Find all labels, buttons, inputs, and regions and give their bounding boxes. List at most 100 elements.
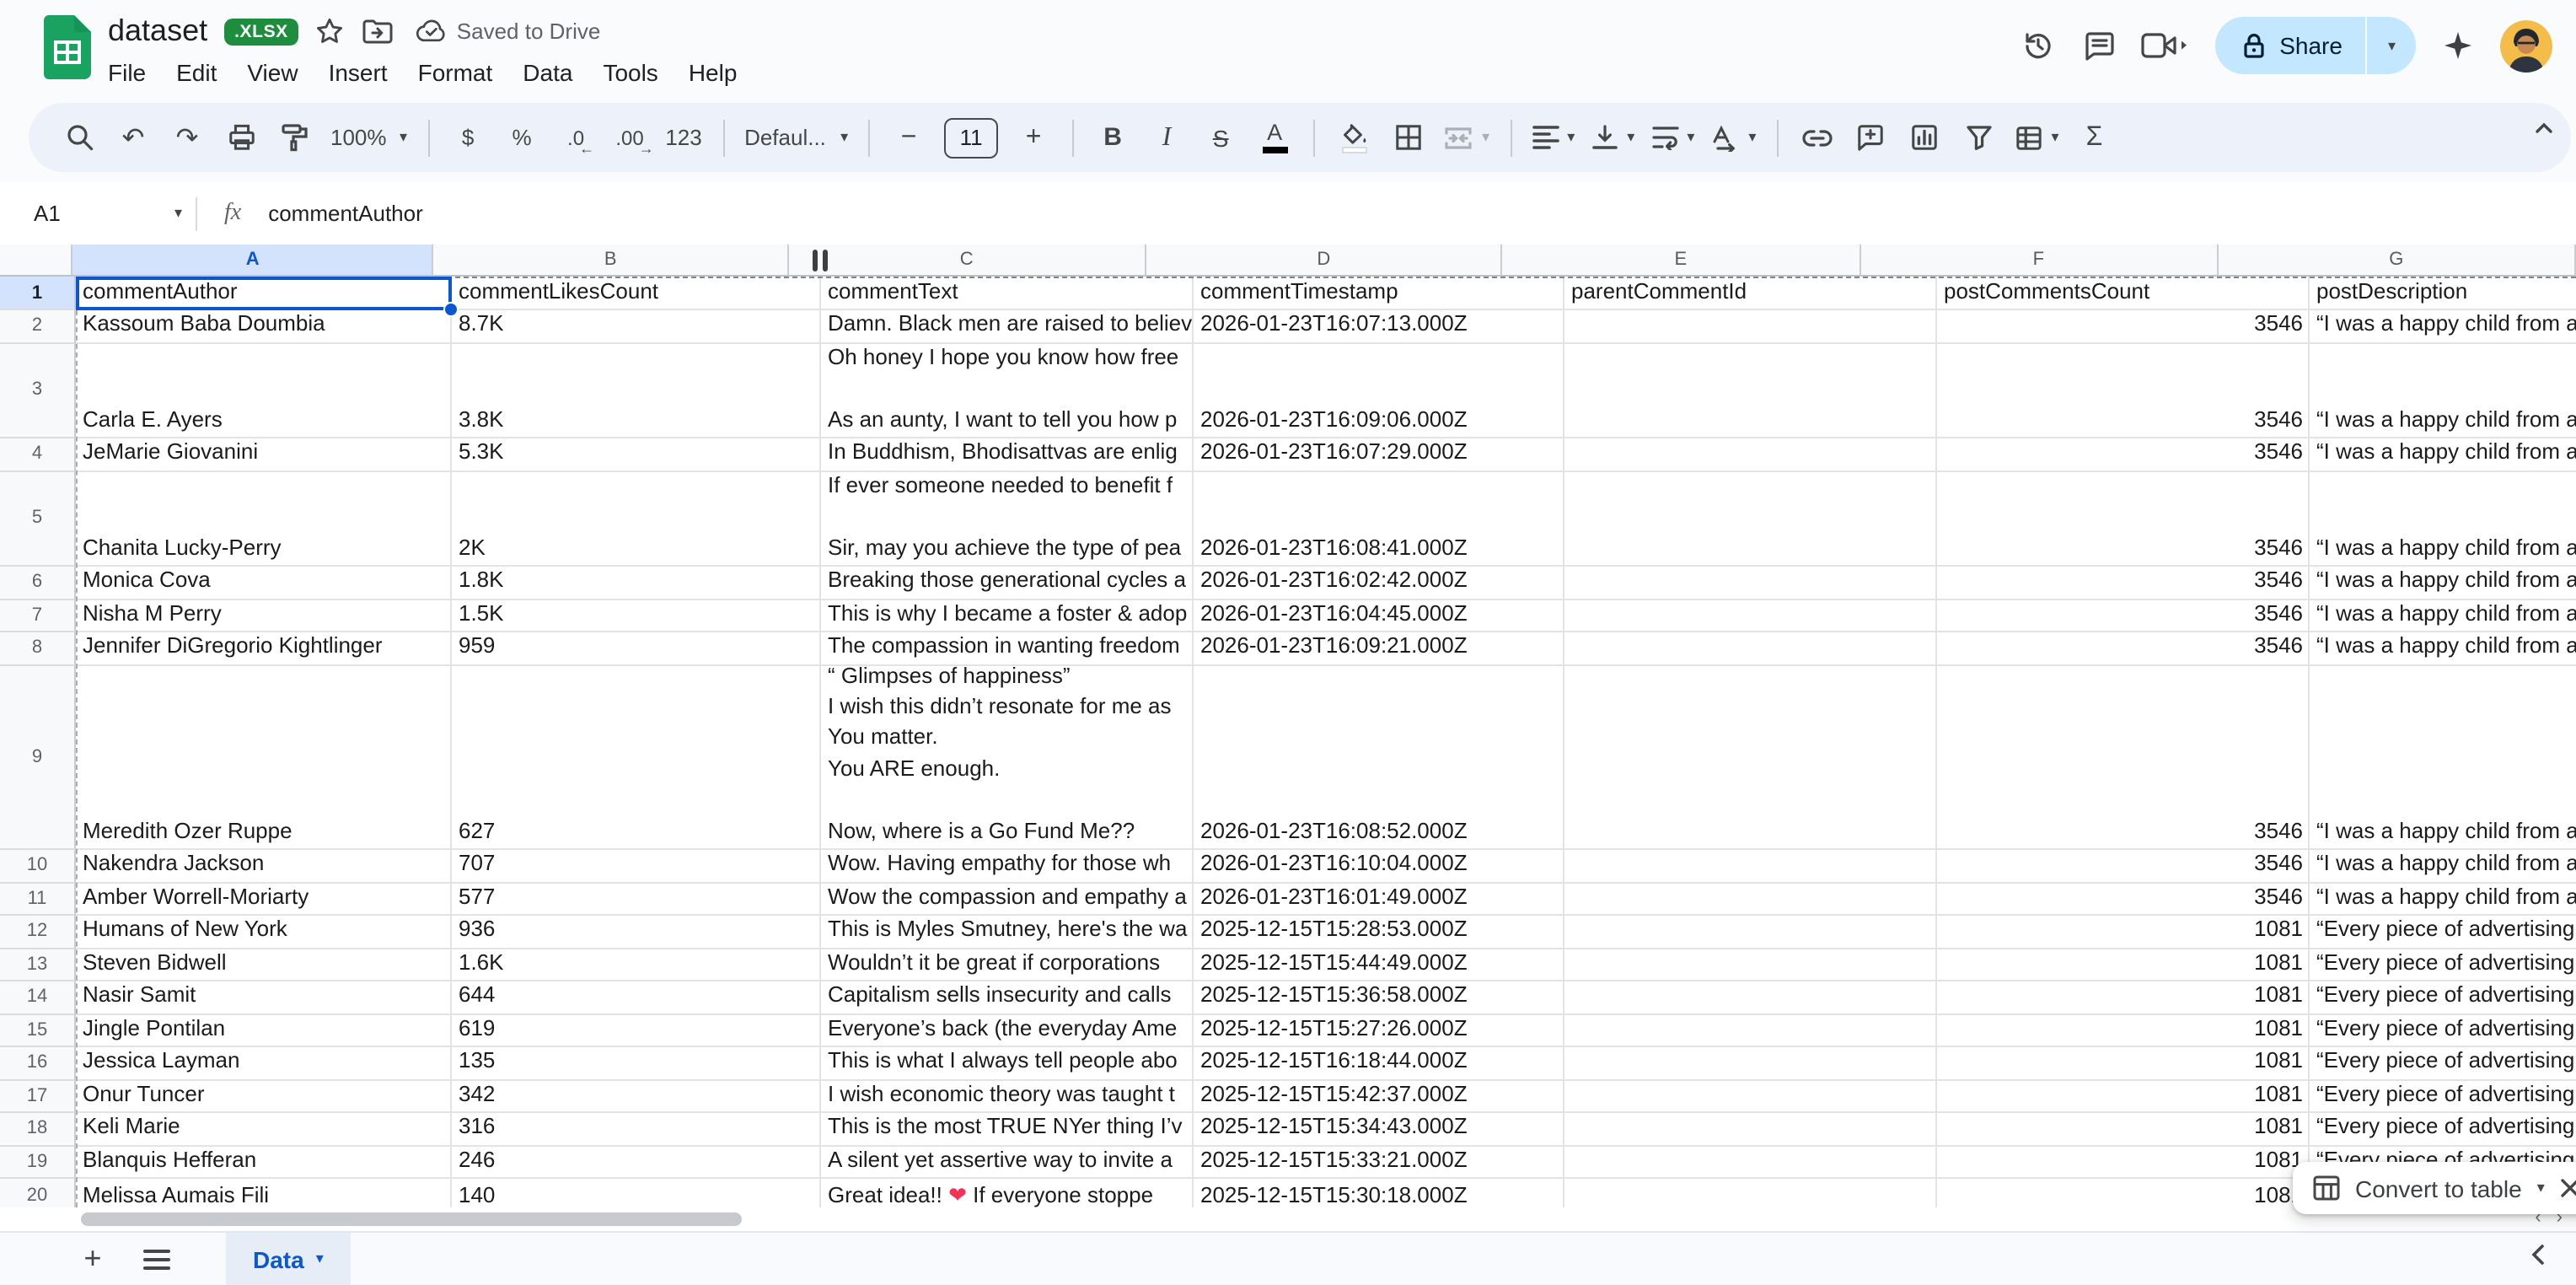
italic-button[interactable]: I	[1148, 116, 1185, 159]
menu-insert[interactable]: Insert	[314, 54, 403, 91]
cell-C3[interactable]: Oh honey I hope you know how free As an …	[821, 343, 1194, 438]
star-icon[interactable]	[315, 16, 346, 46]
insert-comment-button[interactable]	[1852, 116, 1889, 159]
cell-D4[interactable]: 2026-01-23T16:07:29.000Z	[1194, 438, 1564, 471]
cell-D18[interactable]: 2025-12-15T15:34:43.000Z	[1194, 1113, 1564, 1146]
cell-B18[interactable]: 316	[452, 1113, 821, 1146]
sheets-logo-icon[interactable]	[44, 15, 91, 79]
redo-button[interactable]: ↷	[169, 116, 206, 159]
cell-B17[interactable]: 342	[452, 1080, 821, 1113]
cell-A4[interactable]: JeMarie Giovanini	[76, 438, 452, 471]
cell-F3[interactable]: 3546	[1937, 343, 2310, 438]
cell-C18[interactable]: This is the most TRUE NYer thing I’v	[821, 1113, 1194, 1146]
menu-help[interactable]: Help	[674, 54, 753, 91]
menu-format[interactable]: Format	[403, 54, 508, 91]
cell-F14[interactable]: 1081	[1937, 981, 2310, 1014]
cell-E8[interactable]	[1564, 632, 1937, 665]
cell-F20[interactable]: 1081	[1937, 1179, 2310, 1207]
cell-A7[interactable]: Nisha M Perry	[76, 599, 452, 632]
cell-E20[interactable]	[1564, 1179, 1937, 1207]
cell-D2[interactable]: 2026-01-23T16:07:13.000Z	[1194, 310, 1564, 343]
cell-D7[interactable]: 2026-01-23T16:04:45.000Z	[1194, 599, 1564, 632]
convert-to-table-button[interactable]: Convert to table	[2355, 1175, 2522, 1202]
merge-cells-button[interactable]: ▾	[1443, 116, 1489, 159]
cell-C10[interactable]: Wow. Having empathy for those wh	[821, 850, 1194, 883]
font-size-button[interactable]: 11	[944, 116, 998, 159]
row-header-19[interactable]: 19	[0, 1146, 76, 1179]
row-header-18[interactable]: 18	[0, 1113, 76, 1146]
name-box[interactable]: A1▾	[0, 201, 182, 226]
cell-B13[interactable]: 1.6K	[452, 949, 821, 981]
cell-G13[interactable]: “Every piece of advertising direc	[2310, 949, 2576, 981]
add-sheet-icon[interactable]: +	[67, 1234, 118, 1284]
row-header-7[interactable]: 7	[0, 599, 76, 632]
cell-D15[interactable]: 2025-12-15T15:27:26.000Z	[1194, 1014, 1564, 1047]
cell-A9[interactable]: Meredith Ozer Ruppe	[76, 665, 452, 850]
row-header-11[interactable]: 11	[0, 883, 76, 916]
cell-F1[interactable]: postCommentsCount	[1937, 277, 2310, 310]
cell-F6[interactable]: 3546	[1937, 567, 2310, 599]
cell-C15[interactable]: Everyone’s back (the everyday Ame	[821, 1014, 1194, 1047]
cell-A13[interactable]: Steven Bidwell	[76, 949, 452, 981]
cell-A3[interactable]: Carla E. Ayers	[76, 343, 452, 438]
vertical-align-button[interactable]: ▾	[1591, 116, 1634, 159]
share-dropdown-icon[interactable]: ▾	[2368, 38, 2416, 53]
cell-G8[interactable]: “I was a happy child from about	[2310, 632, 2576, 665]
cell-B1[interactable]: commentLikesCount	[452, 277, 821, 310]
close-icon[interactable]	[2560, 1177, 2576, 1199]
cell-E9[interactable]	[1564, 665, 1937, 850]
gemini-sparkle-icon[interactable]	[2439, 27, 2477, 64]
cell-B2[interactable]: 8.7K	[452, 310, 821, 343]
row-header-2[interactable]: 2	[0, 310, 76, 343]
cell-B15[interactable]: 619	[452, 1014, 821, 1047]
cell-D1[interactable]: commentTimestamp	[1194, 277, 1564, 310]
side-panel-collapse-icon[interactable]	[2525, 1241, 2559, 1275]
row-header-15[interactable]: 15	[0, 1014, 76, 1047]
column-header-B[interactable]: B	[434, 245, 789, 277]
column-header-C[interactable]: C	[789, 245, 1147, 277]
cell-C9[interactable]: “ Glimpses of happiness”I wish this didn…	[821, 665, 1194, 850]
cell-C5[interactable]: If ever someone needed to benefit f Sir,…	[821, 471, 1194, 567]
cell-F12[interactable]: 1081	[1937, 916, 2310, 949]
cell-E4[interactable]	[1564, 438, 1937, 471]
version-history-icon[interactable]	[2020, 27, 2057, 64]
bold-button[interactable]: B	[1094, 116, 1131, 159]
menu-view[interactable]: View	[232, 54, 313, 91]
horizontal-align-button[interactable]: ▾	[1532, 116, 1575, 159]
insert-link-button[interactable]	[1798, 116, 1835, 159]
menu-edit[interactable]: Edit	[161, 54, 232, 91]
collapse-toolbar-icon[interactable]	[2532, 116, 2559, 143]
increase-decimal-places-button[interactable]: .00→	[611, 116, 648, 159]
cell-C2[interactable]: Damn. Black men are raised to believe	[821, 310, 1194, 343]
row-header-1[interactable]: 1	[0, 277, 76, 310]
cell-D19[interactable]: 2025-12-15T15:33:21.000Z	[1194, 1146, 1564, 1179]
cell-G16[interactable]: “Every piece of advertising direc	[2310, 1047, 2576, 1080]
cell-D8[interactable]: 2026-01-23T16:09:21.000Z	[1194, 632, 1564, 665]
cell-B4[interactable]: 5.3K	[452, 438, 821, 471]
cell-D10[interactable]: 2026-01-23T16:10:04.000Z	[1194, 850, 1564, 883]
select-all-corner[interactable]	[0, 245, 73, 277]
row-header-8[interactable]: 8	[0, 632, 76, 665]
cell-F8[interactable]: 3546	[1937, 632, 2310, 665]
cell-B20[interactable]: 140	[452, 1179, 821, 1207]
cell-G17[interactable]: “Every piece of advertising direc	[2310, 1080, 2576, 1113]
row-header-14[interactable]: 14	[0, 981, 76, 1014]
cell-A12[interactable]: Humans of New York	[76, 916, 452, 949]
cell-F19[interactable]: 1081	[1937, 1146, 2310, 1179]
video-call-icon[interactable]	[2141, 27, 2192, 64]
cell-B3[interactable]: 3.8K	[452, 343, 821, 438]
cell-B16[interactable]: 135	[452, 1047, 821, 1080]
row-header-13[interactable]: 13	[0, 949, 76, 981]
cell-G9[interactable]: “I was a happy child from about	[2310, 665, 2576, 850]
functions-button[interactable]: Σ	[2076, 116, 2113, 159]
cell-A6[interactable]: Monica Cova	[76, 567, 452, 599]
cell-G2[interactable]: “I was a happy child from about	[2310, 310, 2576, 343]
convert-dropdown-icon[interactable]: ▾	[2537, 1180, 2545, 1196]
decrease-decimal-places-button[interactable]: .0←	[557, 116, 594, 159]
cell-F17[interactable]: 1081	[1937, 1080, 2310, 1113]
cell-C12[interactable]: This is Myles Smutney, here's the wa	[821, 916, 1194, 949]
row-header-12[interactable]: 12	[0, 916, 76, 949]
cell-F13[interactable]: 1081	[1937, 949, 2310, 981]
cell-A14[interactable]: Nasir Samit	[76, 981, 452, 1014]
row-header-9[interactable]: 9	[0, 665, 76, 850]
